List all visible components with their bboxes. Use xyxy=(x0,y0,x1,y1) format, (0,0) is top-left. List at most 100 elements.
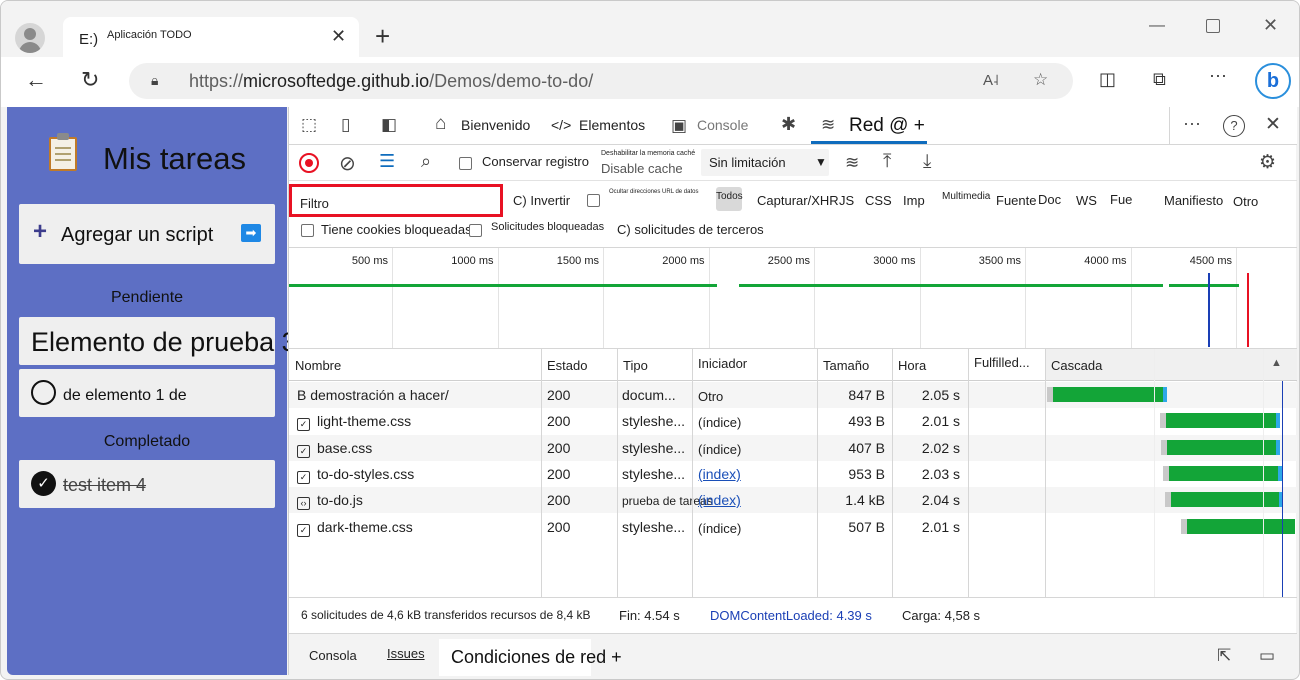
type-filter-ws[interactable]: WS xyxy=(1076,193,1097,208)
clear-icon[interactable]: ⊘ xyxy=(339,151,356,176)
invert-checkbox-label[interactable]: C) Invertir xyxy=(513,193,570,208)
address-bar[interactable]: 🔒︎ https://microsoftedge.github.io/Demos… xyxy=(129,63,1073,99)
back-icon[interactable]: ← xyxy=(25,67,47,93)
request-row[interactable]: ✓ light-theme.css 200 styleshe... (índice) 49… xyxy=(289,408,1297,434)
dock-drawer-icon[interactable]: ▭ xyxy=(1259,646,1275,666)
timeline-tick-label: 500 ms xyxy=(351,255,388,267)
type-filter-font[interactable]: Fuente xyxy=(996,193,1036,208)
window-close-icon[interactable]: ✕ xyxy=(1263,15,1278,36)
drawer-tab-issues[interactable]: Issues xyxy=(387,646,425,661)
request-row[interactable]: ‹› to-do.js 200 prueba de tareas (index) 1.4 … xyxy=(289,487,1297,514)
drawer-tab-console[interactable]: Consola xyxy=(309,648,357,663)
sort-up-icon[interactable]: ▲ xyxy=(1271,357,1282,369)
device-emulation-icon[interactable]: ▯ xyxy=(341,115,350,135)
type-filter-media[interactable]: Multimedia xyxy=(942,191,990,202)
split-screen-icon[interactable]: ◫ xyxy=(1099,69,1116,90)
incomplete-circle-icon[interactable] xyxy=(31,380,56,405)
tab-welcome[interactable]: Bienvenido xyxy=(461,117,530,133)
request-row[interactable]: ✓ to-do-styles.css 200 styleshe... (index) 95… xyxy=(289,461,1297,487)
browser-tab[interactable]: E:) Aplicación TODO ✕ xyxy=(63,17,359,59)
preserve-log-checkbox[interactable] xyxy=(459,157,472,170)
task-item[interactable]: de elemento 1 de xyxy=(19,369,275,417)
network-conditions-icon[interactable]: ≋ xyxy=(845,153,859,173)
read-aloud-icon[interactable]: A˨ xyxy=(983,72,999,89)
import-har-icon[interactable]: ⤒ xyxy=(883,151,891,173)
column-header-fulfilled[interactable]: Fulfilled... xyxy=(968,349,1045,381)
request-status-cell: 200 xyxy=(547,413,571,430)
disable-cache-label[interactable]: Disable cache xyxy=(601,161,683,176)
lock-icon[interactable]: 🔒︎ xyxy=(151,72,158,89)
tab-elements[interactable]: Elementos xyxy=(579,117,645,133)
type-filter-all[interactable]: Todos xyxy=(716,187,743,211)
export-har-icon[interactable]: ⤓ xyxy=(923,151,931,173)
filter-input[interactable]: Filtro xyxy=(289,184,503,217)
more-tools-icon[interactable]: ··· xyxy=(1183,113,1201,134)
request-initiator-cell[interactable]: (index) xyxy=(698,492,813,508)
blocked-requests-checkbox[interactable] xyxy=(469,224,482,237)
settings-gear-icon[interactable]: ⚙ xyxy=(1259,151,1276,174)
refresh-icon[interactable]: ↻ xyxy=(81,67,99,93)
column-header-initiator[interactable]: Iniciador xyxy=(692,349,817,381)
waterfall-bar[interactable] xyxy=(1167,439,1276,455)
request-row[interactable]: ✓ base.css 200 styleshe... (índice) 407 B 2.02… xyxy=(289,434,1297,461)
more-menu-icon[interactable]: ··· xyxy=(1209,65,1227,86)
timeline-tick-label: 4500 ms xyxy=(1189,255,1232,267)
waterfall-bar[interactable] xyxy=(1053,387,1163,402)
undock-drawer-icon[interactable]: ⇱ xyxy=(1217,646,1231,666)
column-header-time[interactable]: Hora xyxy=(892,349,968,381)
copilot-icon[interactable]: b xyxy=(1255,63,1291,99)
record-icon[interactable] xyxy=(299,153,319,173)
console-icon: ▣ xyxy=(671,116,688,135)
column-header-size[interactable]: Tamaño xyxy=(817,349,892,381)
blocked-cookies-checkbox[interactable] xyxy=(301,224,314,237)
column-header-status[interactable]: Estado xyxy=(541,349,617,381)
add-task-button[interactable]: + Agregar un script ➡ xyxy=(19,204,275,264)
request-initiator-cell[interactable]: (index) xyxy=(698,466,813,482)
type-filter-wasm[interactable]: Fue xyxy=(1110,192,1132,207)
type-filter-css[interactable]: CSS xyxy=(865,193,892,208)
help-icon[interactable]: ? xyxy=(1223,115,1245,137)
close-devtools-icon[interactable]: ✕ xyxy=(1265,113,1281,136)
task-item-completed[interactable]: ✓ test item 4 xyxy=(19,460,275,508)
bug-icon[interactable]: ✱ xyxy=(781,114,796,135)
network-overview-timeline[interactable]: 500 ms 1000 ms 1500 ms 2000 ms 2500 ms 3000 m… xyxy=(289,247,1297,349)
filter-toggle-icon[interactable]: ☰ xyxy=(379,151,395,172)
throttling-select[interactable]: Sin limitación ▼ xyxy=(701,149,829,176)
waterfall-bar[interactable] xyxy=(1187,518,1295,534)
type-filter-img[interactable]: Imp xyxy=(903,193,925,208)
request-name-cell: ✓ light-theme.css xyxy=(297,413,537,432)
favorite-star-icon[interactable]: ☆ xyxy=(1033,70,1048,90)
waterfall-bar[interactable] xyxy=(1169,465,1278,481)
type-filter-js[interactable]: JS xyxy=(839,193,854,208)
submit-arrow-icon[interactable]: ➡ xyxy=(241,224,261,242)
stylesheet-icon: ✓ xyxy=(297,418,310,432)
collections-icon[interactable]: ⧉ xyxy=(1153,69,1166,90)
tab-close-icon[interactable]: ✕ xyxy=(331,26,346,47)
column-header-waterfall[interactable]: Cascada ▲ xyxy=(1045,349,1297,381)
type-filter-other[interactable]: Otro xyxy=(1233,194,1258,209)
request-row[interactable]: B demostración a hacer/200 docum... Otro 84… xyxy=(289,382,1297,408)
task-item[interactable]: Elemento de prueba 3 de O xyxy=(19,317,363,365)
column-header-name[interactable]: Nombre xyxy=(289,349,541,381)
tab-network[interactable]: Red @ + xyxy=(849,115,925,137)
column-header-type[interactable]: Tipo xyxy=(617,349,692,381)
dock-sidebar-icon[interactable]: ◧ xyxy=(381,115,397,135)
type-filter-fetch-xhr[interactable]: Capturar/XHR xyxy=(757,193,839,208)
type-filter-manifest[interactable]: Manifiesto xyxy=(1164,193,1223,208)
search-icon[interactable]: ⌕ xyxy=(421,151,431,172)
third-party-label[interactable]: C) solicitudes de terceros xyxy=(617,222,764,237)
checkmark-icon[interactable]: ✓ xyxy=(31,471,56,496)
request-row[interactable]: ✓ dark-theme.css 200 styleshe... (índice) 507… xyxy=(289,514,1297,540)
drawer-tab-network-conditions[interactable]: Condiciones de red + xyxy=(439,639,622,676)
profile-avatar[interactable] xyxy=(15,23,45,53)
new-tab-icon[interactable]: + xyxy=(375,21,390,52)
url-text[interactable]: https://microsoftedge.github.io/Demos/de… xyxy=(189,71,593,92)
maximize-icon[interactable] xyxy=(1206,19,1220,33)
dom-content-loaded-line xyxy=(1208,273,1210,347)
inspect-element-icon[interactable]: ⬚ xyxy=(301,115,317,135)
waterfall-bar[interactable] xyxy=(1166,413,1276,429)
tab-console[interactable]: Console xyxy=(697,117,748,133)
hide-data-urls-checkbox[interactable] xyxy=(587,194,600,207)
minimize-icon[interactable]: — xyxy=(1149,17,1165,35)
type-filter-doc[interactable]: Doc xyxy=(1038,192,1061,207)
